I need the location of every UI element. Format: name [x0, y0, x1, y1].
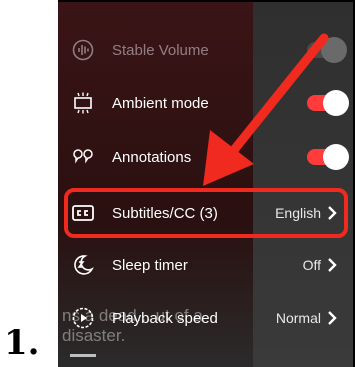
video-player[interactable]: ns a dead... ut of a disaster. Stable Vo… [58, 0, 355, 367]
step-number: 1. [4, 323, 40, 363]
pointer-arrow-icon [203, 33, 329, 186]
